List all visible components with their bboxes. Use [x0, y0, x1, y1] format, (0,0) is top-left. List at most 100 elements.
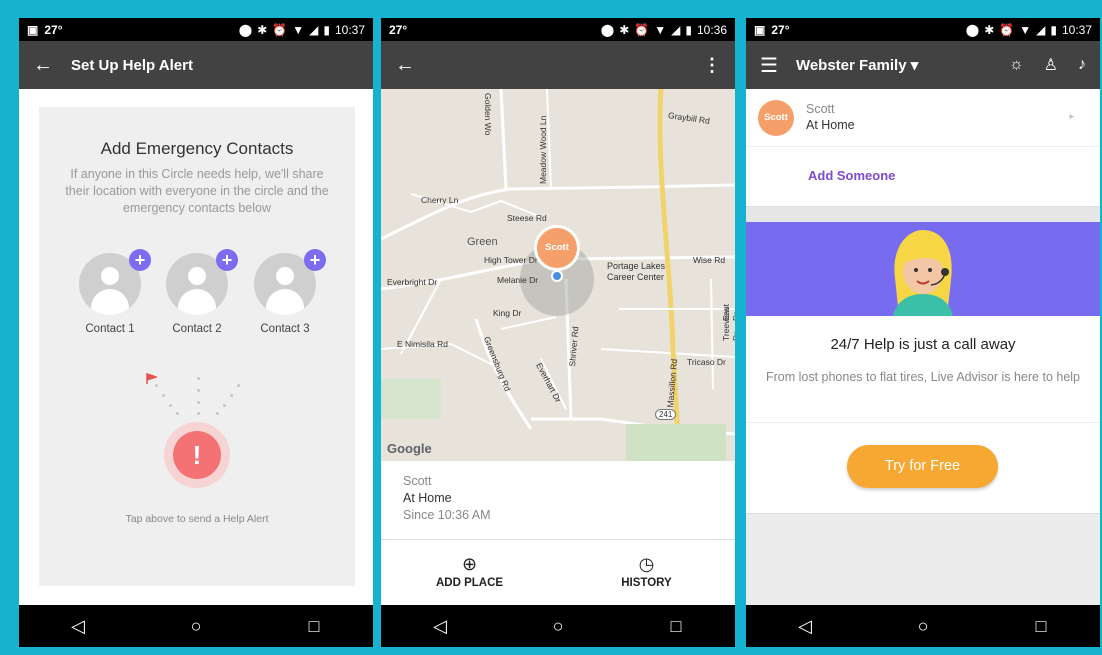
signal-icon: ◢ [671, 22, 681, 37]
card-description: From lost phones to flat tires, Live Adv… [765, 370, 1081, 384]
contact-2[interactable]: + Contact 2 [164, 249, 238, 335]
battery-icon: ▮ [685, 22, 692, 37]
map-label: Steese Rd [507, 213, 547, 223]
member-since: Since 10:36 AM [403, 508, 491, 522]
circle-switcher[interactable]: Webster Family ▾ [796, 56, 918, 74]
map-view[interactable]: Golden Wo Meadow Wood Ln Graybill Rd Che… [381, 89, 735, 461]
flag-icon [146, 373, 157, 384]
nav-recent-icon[interactable]: □ [294, 616, 334, 637]
android-nav-bar: ◁ ○ □ [746, 605, 1100, 647]
status-bar: ▣ 27° ⬤ ✱ ⏰ ▼ ◢ ▮ 10:37 [746, 18, 1100, 41]
card-title: 24/7 Help is just a call away [830, 336, 1016, 353]
emergency-contacts-card: Add Emergency Contacts If anyone in this… [39, 107, 355, 586]
contact-label: Contact 3 [260, 323, 310, 335]
map-label: Everbright Dr [387, 277, 438, 287]
location-pin-icon: ⬤ [238, 22, 253, 37]
nav-home-icon[interactable]: ○ [903, 616, 943, 637]
card-description: If anyone in this Circle needs help, we'… [65, 167, 329, 215]
empty-area [746, 514, 1100, 605]
bluetooth-icon: ✱ [619, 22, 630, 37]
page-title: Set Up Help Alert [71, 56, 193, 74]
map-label: Cherry Ln [421, 195, 459, 205]
image-icon: ▣ [27, 22, 39, 37]
add-place-label: ADD PLACE [435, 577, 504, 589]
person-icon[interactable]: ♙ [1044, 55, 1058, 75]
map-label: Portage Lakes [607, 261, 666, 271]
nav-back-icon[interactable]: ◁ [785, 616, 825, 637]
member-status: At Home [806, 118, 855, 132]
clock: 10:37 [334, 22, 365, 37]
nav-recent-icon[interactable]: □ [1021, 616, 1061, 637]
map-label: Melanie Dr [497, 275, 539, 285]
add-place-icon: ⊕ [461, 554, 478, 574]
contact-label: Contact 2 [172, 323, 222, 335]
map-label: King Dr [493, 308, 522, 318]
more-vert-icon[interactable]: ⋮ [703, 55, 721, 76]
nav-home-icon[interactable]: ○ [538, 616, 578, 637]
map-label: Wise Rd [693, 255, 726, 265]
map-label: E Nimisila Rd [397, 339, 449, 349]
contact-1[interactable]: + Contact 1 [77, 249, 151, 335]
member-map-pin[interactable]: Scott [534, 225, 580, 271]
dropdown-caret-icon: ▾ [910, 57, 919, 74]
map-label: Meadow Wood Ln [538, 115, 548, 184]
try-for-free-button[interactable]: Try for Free [847, 445, 998, 488]
live-advisor-card: 24/7 Help is just a call away From lost … [746, 316, 1100, 514]
battery-icon: ▮ [323, 22, 330, 37]
menu-icon[interactable]: ☰ [760, 53, 778, 78]
nav-recent-icon[interactable]: □ [656, 616, 696, 637]
wifi-icon: ▼ [654, 22, 667, 37]
bluetooth-icon: ✱ [984, 22, 995, 37]
circle-name: Webster Family [795, 57, 907, 74]
back-arrow-icon[interactable]: ← [395, 54, 415, 77]
add-contact-icon[interactable]: + [216, 249, 238, 271]
add-someone-link[interactable]: Add Someone [808, 168, 895, 183]
lightbulb-icon[interactable]: ☼ [1009, 56, 1024, 74]
member-name: Scott [806, 102, 835, 116]
signal-icon: ◢ [309, 22, 319, 37]
temperature: 27° [44, 22, 63, 37]
map-label: Golden Wo [483, 93, 493, 136]
help-alert-button[interactable]: ! [173, 431, 221, 479]
alarm-icon: ⏰ [999, 22, 1015, 37]
alarm-icon: ⏰ [272, 22, 288, 37]
wifi-icon: ▼ [292, 22, 305, 37]
history-button[interactable]: ◷ HISTORY [558, 540, 735, 605]
add-contact-icon[interactable]: + [304, 249, 326, 271]
back-arrow-icon[interactable]: ← [33, 54, 53, 77]
map-label: High Tower Dr [484, 255, 538, 265]
phone-member-location: 27° ⬤ ✱ ⏰ ▼ ◢ ▮ 10:36 ← ⋮ Golden Wo Mead… [381, 18, 735, 647]
contact-3[interactable]: + Contact 3 [252, 249, 326, 335]
chevron-right-icon: ▸ [1069, 111, 1074, 121]
app-bar: ☰ Webster Family ▾ ☼ ♙ ♪ [746, 41, 1100, 89]
map-label: Career Center [607, 272, 665, 282]
live-advisor-banner [746, 222, 1100, 316]
add-contact-icon[interactable]: + [129, 249, 151, 271]
map-label: Tricaso Dr [687, 357, 726, 367]
add-place-button[interactable]: ⊕ ADD PLACE [381, 540, 558, 605]
nav-home-icon[interactable]: ○ [176, 616, 216, 637]
battery-icon: ▮ [1050, 22, 1057, 37]
signal-icon: ◢ [1036, 22, 1046, 37]
image-icon: ▣ [754, 22, 766, 37]
google-logo: Google [387, 441, 432, 456]
nav-back-icon[interactable]: ◁ [58, 616, 98, 637]
temperature: 27° [389, 22, 408, 37]
bell-icon[interactable]: ♪ [1078, 56, 1086, 74]
section-divider [746, 206, 1100, 222]
map-roads [381, 89, 735, 461]
advisor-illustration [893, 230, 953, 316]
phone-help-alert-setup: ▣ 27° ⬤ ✱ ⏰ ▼ ◢ ▮ 10:37 ← Set Up Help Ale… [19, 18, 373, 647]
history-icon: ◷ [638, 554, 655, 574]
member-row[interactable]: Scott Scott At Home ▸ [746, 89, 1100, 147]
temperature: 27° [771, 22, 790, 37]
app-bar: ← Set Up Help Alert [19, 41, 373, 89]
phone-circle-overview: ▣ 27° ⬤ ✱ ⏰ ▼ ◢ ▮ 10:37 ☰ Webster Family … [746, 18, 1100, 647]
member-name: Scott [403, 474, 432, 488]
nav-back-icon[interactable]: ◁ [420, 616, 460, 637]
map-label: Green [467, 236, 498, 248]
clock: 10:37 [1061, 22, 1092, 37]
location-details: Scott At Home Since 10:36 AM [381, 461, 735, 539]
bluetooth-icon: ✱ [257, 22, 268, 37]
status-bar: 27° ⬤ ✱ ⏰ ▼ ◢ ▮ 10:36 [381, 18, 735, 41]
